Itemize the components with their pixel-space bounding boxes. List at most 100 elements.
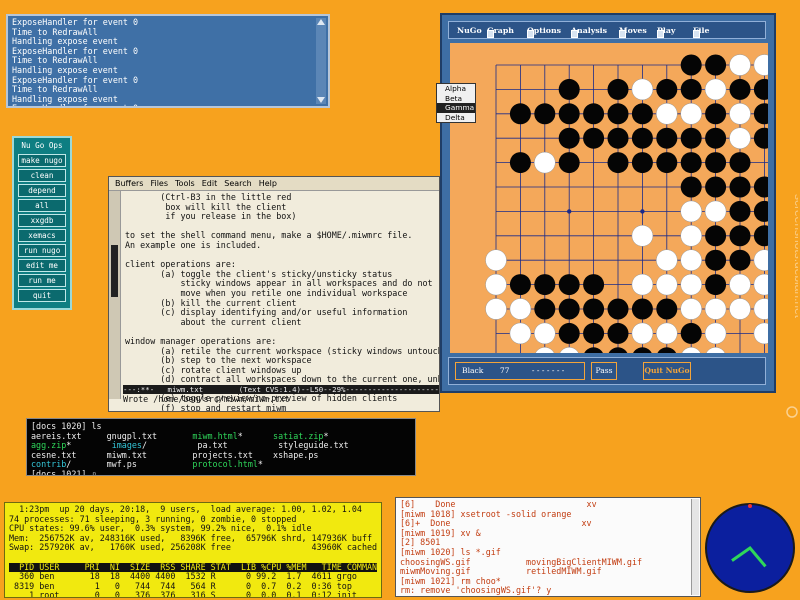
white-stone[interactable]	[680, 103, 702, 125]
edit-me-button[interactable]: edit me	[18, 259, 66, 272]
black-stone[interactable]	[631, 127, 653, 149]
black-stone[interactable]	[705, 103, 727, 125]
quit-nugo-button[interactable]: Quit NuGo	[643, 362, 691, 380]
black-stone[interactable]	[680, 127, 702, 149]
white-stone[interactable]	[729, 273, 751, 296]
white-stone[interactable]	[485, 273, 507, 296]
nugo-menu-graph[interactable]: Graph	[487, 26, 514, 38]
nugo-menu-nugo[interactable]: NuGo	[457, 26, 482, 35]
white-stone[interactable]	[704, 298, 727, 320]
nugo-menu-file[interactable]: File	[693, 26, 709, 38]
white-stone[interactable]	[485, 298, 507, 320]
white-stone[interactable]	[656, 273, 678, 296]
black-stone[interactable]	[558, 298, 580, 320]
black-stone[interactable]	[729, 152, 751, 174]
black-stone[interactable]	[583, 127, 605, 149]
black-stone[interactable]	[680, 152, 702, 174]
top-terminal[interactable]: 1:23pm up 20 days, 20:18, 9 users, load …	[4, 502, 382, 598]
black-stone[interactable]	[607, 322, 629, 344]
editor-text-area[interactable]: (Ctrl-B3 in the little red box will kill…	[125, 192, 439, 411]
black-stone[interactable]	[631, 103, 653, 125]
white-stone[interactable]	[729, 127, 751, 149]
white-stone[interactable]	[631, 273, 654, 296]
black-stone[interactable]	[729, 176, 751, 198]
dropdown-option-alpha[interactable]: Alpha	[437, 84, 475, 94]
menu-files[interactable]: Files	[150, 179, 168, 188]
clean-button[interactable]: clean	[18, 169, 66, 182]
nugo-menu-analysis[interactable]: Analysis	[571, 26, 607, 38]
quit-button[interactable]: quit	[18, 289, 66, 302]
black-stone[interactable]	[680, 176, 702, 198]
black-stone[interactable]	[705, 54, 727, 76]
alpha-dropdown-menu[interactable]: Alpha Beta Gamma Delta	[436, 83, 476, 123]
log-scrollbar[interactable]	[316, 18, 326, 104]
black-stone[interactable]	[534, 103, 556, 125]
black-stone[interactable]	[558, 127, 580, 149]
scrollbar-thumb[interactable]	[111, 245, 118, 297]
black-stone[interactable]	[607, 78, 629, 100]
shell-terminal[interactable]: [6] Done xv [miwm 1018] xsetroot -solid o…	[395, 497, 701, 597]
black-stone[interactable]	[656, 298, 678, 320]
all-button[interactable]: all	[18, 199, 66, 212]
xemacs-editor[interactable]: Buffers Files Tools Edit Search Help (Ctrl-B3…	[108, 176, 440, 412]
run-me-button[interactable]: run me	[18, 274, 66, 287]
white-stone[interactable]	[631, 225, 654, 247]
black-stone[interactable]	[583, 322, 605, 344]
white-stone[interactable]	[485, 249, 507, 271]
black-stone[interactable]	[680, 54, 702, 76]
nugo-window[interactable]: NuGo Graph Options Analysis Moves Play File Bl…	[440, 13, 776, 393]
white-stone[interactable]	[680, 273, 702, 296]
white-stone[interactable]	[680, 298, 702, 320]
white-stone[interactable]	[704, 200, 727, 223]
depend-button[interactable]: depend	[18, 184, 66, 197]
white-stone[interactable]	[680, 225, 702, 247]
menu-edit[interactable]: Edit	[202, 179, 218, 188]
black-stone[interactable]	[631, 298, 653, 320]
white-stone[interactable]	[680, 249, 702, 271]
black-stone[interactable]	[534, 298, 556, 320]
black-stone[interactable]	[509, 274, 531, 296]
white-stone[interactable]	[704, 322, 727, 345]
white-stone[interactable]	[656, 322, 678, 345]
make-nugo-button[interactable]: make nugo	[18, 154, 66, 167]
white-stone[interactable]	[534, 151, 556, 174]
run-nugo-button[interactable]: run nugo	[18, 244, 66, 257]
black-stone[interactable]	[656, 78, 678, 100]
black-stone[interactable]	[558, 274, 580, 296]
black-stone[interactable]	[534, 274, 556, 296]
dropdown-option-beta[interactable]: Beta	[437, 94, 475, 104]
menu-buffers[interactable]: Buffers	[115, 179, 143, 188]
nugo-menu-options[interactable]: Options	[527, 26, 561, 38]
black-stone[interactable]	[607, 152, 629, 174]
ls-terminal[interactable]: [docs 1020] ls aereis.txt gnugpl.txt miwm…	[26, 418, 416, 476]
terminal-scrollbar[interactable]	[691, 499, 699, 595]
black-stone[interactable]	[558, 78, 580, 100]
black-stone[interactable]	[705, 127, 727, 149]
white-stone[interactable]	[729, 54, 751, 76]
black-stone[interactable]	[705, 152, 727, 174]
black-stone[interactable]	[583, 274, 605, 296]
nugo-menu-moves[interactable]: Moves	[619, 26, 647, 38]
black-stone[interactable]	[509, 103, 531, 125]
dropdown-option-delta[interactable]: Delta	[437, 113, 475, 123]
black-stone[interactable]	[583, 298, 605, 320]
black-stone[interactable]	[729, 78, 751, 100]
black-stone[interactable]	[509, 152, 531, 174]
white-stone[interactable]	[680, 200, 702, 223]
xxgdb-button[interactable]: xxgdb	[18, 214, 66, 227]
black-stone[interactable]	[705, 274, 727, 296]
log-window[interactable]: ExposeHandler for event 0 Time to RedrawA…	[6, 14, 330, 108]
xemacs-button[interactable]: xemacs	[18, 229, 66, 242]
white-stone[interactable]	[729, 103, 751, 125]
nugo-menu-play[interactable]: Play	[657, 26, 675, 38]
black-stone[interactable]	[631, 152, 653, 174]
black-stone[interactable]	[705, 249, 727, 271]
white-stone[interactable]	[656, 249, 678, 271]
black-stone[interactable]	[705, 225, 727, 247]
white-stone[interactable]	[509, 322, 532, 345]
menu-search[interactable]: Search	[224, 179, 251, 188]
white-stone[interactable]	[509, 298, 532, 320]
black-stone[interactable]	[583, 103, 605, 125]
black-stone[interactable]	[656, 127, 678, 149]
black-stone[interactable]	[680, 78, 702, 100]
